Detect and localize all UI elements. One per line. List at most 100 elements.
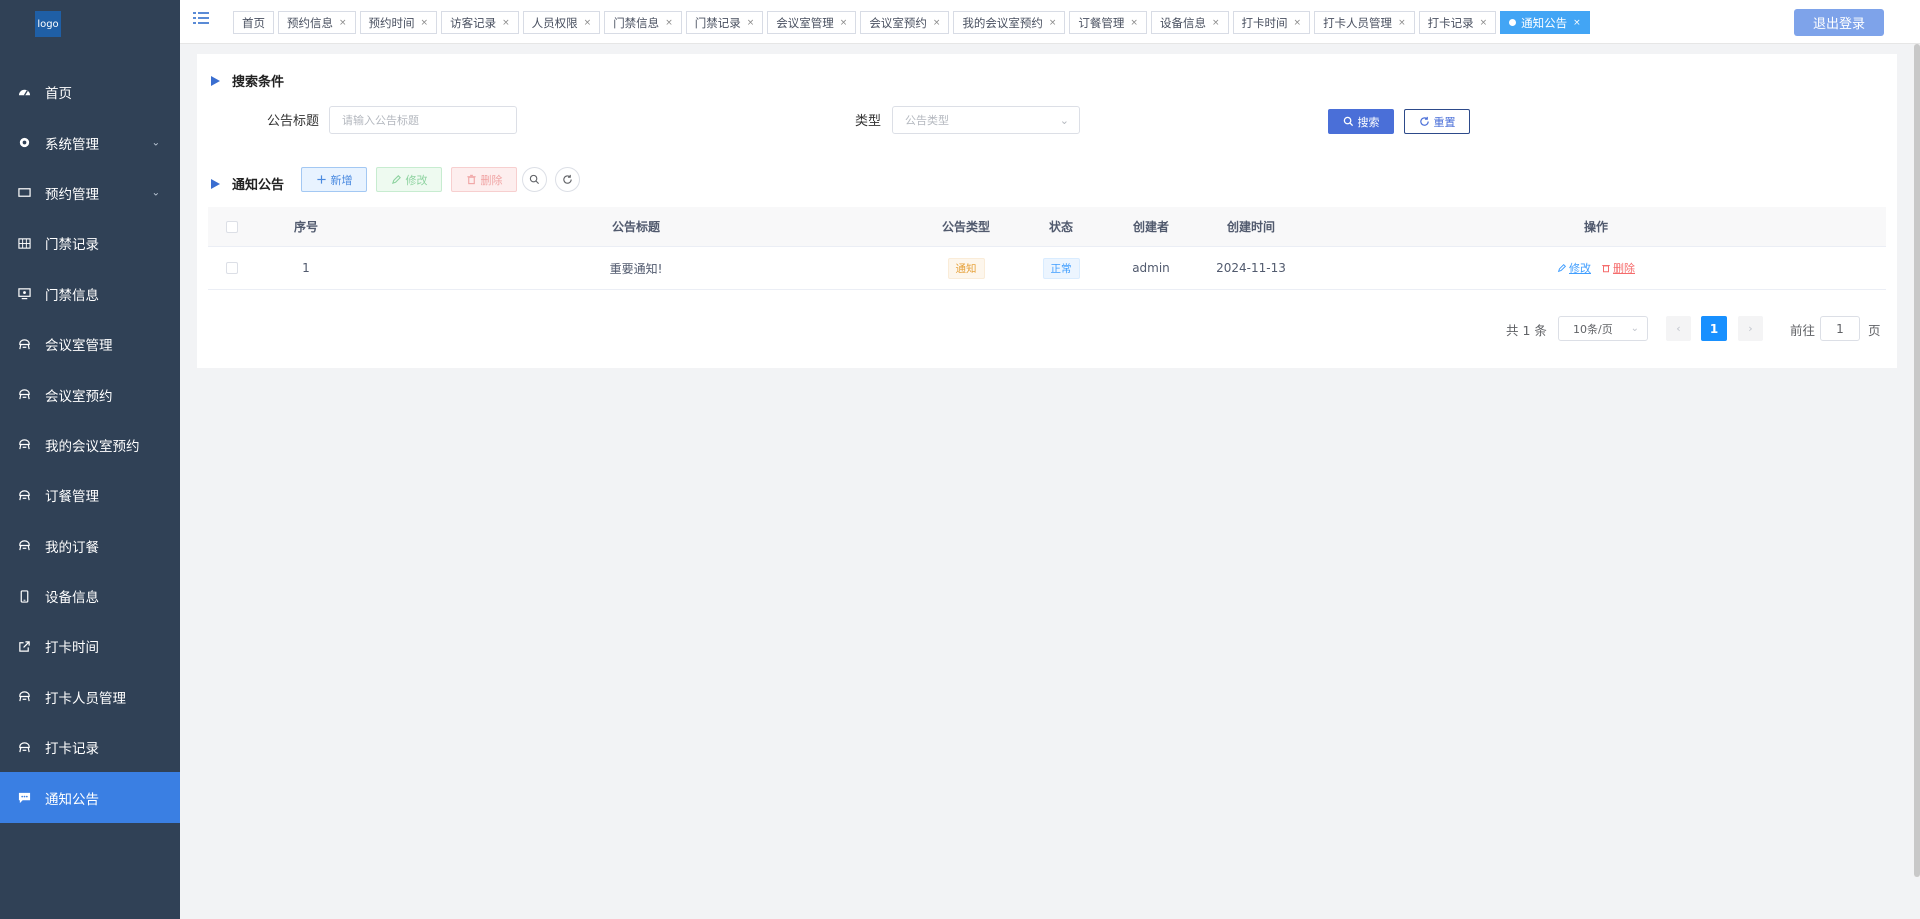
tab-tag[interactable]: 门禁记录 ×: [685, 11, 764, 34]
close-icon[interactable]: ×: [665, 18, 673, 28]
sidebar-item-label: 打卡时间: [45, 640, 99, 657]
close-icon[interactable]: ×: [584, 18, 592, 28]
close-icon[interactable]: ×: [502, 18, 510, 28]
tab-tag-label: 订餐管理: [1078, 15, 1125, 30]
reset-button-label: 重置: [1433, 115, 1456, 129]
close-icon[interactable]: ×: [840, 18, 848, 28]
sidebar-item[interactable]: 打卡人员管理: [0, 672, 180, 722]
edit-button[interactable]: 修改: [376, 167, 442, 192]
gear-icon: [17, 136, 31, 150]
tab-tag[interactable]: 预约时间 ×: [359, 11, 438, 34]
sidebar-item[interactable]: 我的订餐: [0, 521, 180, 571]
notice-type-placeholder: 公告类型: [905, 114, 949, 127]
tag-list: 首页 预约信息 × 预约时间 × 访客记录 × 人员权限 × 门禁信息 × 门禁记录 × 会议室管理 × 会议…: [233, 11, 1594, 34]
row-status-cell: 正常: [1016, 247, 1106, 289]
tab-tag[interactable]: 通知公告 ×: [1500, 11, 1590, 34]
column-header: 状态: [1048, 220, 1073, 234]
refresh-button[interactable]: [555, 167, 580, 192]
current-page-button[interactable]: 1: [1701, 316, 1727, 341]
section-arrow-icon: [211, 75, 220, 86]
reset-button[interactable]: 重置: [1404, 109, 1470, 134]
tab-tag-label: 打卡记录: [1427, 15, 1474, 30]
sidebar-item[interactable]: 订餐管理: [0, 470, 180, 520]
tab-tag-label: 我的会议室预约: [962, 15, 1043, 30]
tab-tag[interactable]: 打卡时间 ×: [1232, 11, 1311, 34]
tab-tag[interactable]: 打卡人员管理 ×: [1314, 11, 1415, 34]
sidebar: logo 首页 系统管理 ⌄ 预约管理 ⌄ 门禁记录 门禁信息 会议室管理 会议室预约 我的会议室…: [0, 0, 180, 919]
sidebar-item[interactable]: 门禁信息: [0, 269, 180, 319]
sidebar-item[interactable]: 预约管理 ⌄: [0, 168, 180, 218]
sidebar-item-label: 首页: [45, 86, 72, 103]
guide-icon: [17, 438, 31, 452]
tab-tag[interactable]: 设备信息 ×: [1150, 11, 1229, 34]
tab-tag[interactable]: 预约信息 ×: [278, 11, 356, 34]
delete-button[interactable]: 删除: [451, 167, 517, 192]
tab-tag[interactable]: 门禁信息 ×: [604, 11, 682, 34]
page-size-select[interactable]: 10条/页 ⌄: [1558, 316, 1648, 341]
sidebar-item-label: 打卡记录: [45, 741, 99, 758]
tab-tag[interactable]: 会议室预约 ×: [860, 11, 950, 34]
logout-button[interactable]: 退出登录: [1794, 9, 1884, 36]
type-field-label: 类型: [855, 114, 882, 129]
prev-page-button[interactable]: ‹: [1666, 316, 1691, 341]
tab-tag-label: 打卡人员管理: [1323, 15, 1393, 30]
tab-tag[interactable]: 访客记录 ×: [441, 11, 519, 34]
row-edit-link[interactable]: 修改: [1557, 260, 1591, 276]
tab-tag-label: 预约时间: [368, 15, 415, 30]
column-header: 创建者: [1132, 220, 1169, 234]
tab-tag[interactable]: 会议室管理 ×: [767, 11, 857, 34]
tab-tag[interactable]: 打卡记录 ×: [1418, 11, 1497, 34]
sidebar-item[interactable]: 首页: [0, 67, 180, 117]
close-icon[interactable]: ×: [1294, 18, 1302, 28]
close-icon[interactable]: ×: [421, 18, 429, 28]
sidebar-item[interactable]: 设备信息: [0, 571, 180, 621]
toggle-search-button[interactable]: [522, 167, 547, 192]
sidebar-item[interactable]: 系统管理 ⌄: [0, 117, 180, 167]
close-icon[interactable]: ×: [747, 18, 755, 28]
sidebar-item[interactable]: 通知公告: [0, 772, 180, 823]
close-icon[interactable]: ×: [1398, 18, 1406, 28]
close-icon[interactable]: ×: [1573, 18, 1581, 28]
goto-page-input[interactable]: 1: [1820, 316, 1860, 341]
notice-title-input[interactable]: 请输入公告标题: [329, 106, 517, 134]
sidebar-item[interactable]: 打卡时间: [0, 621, 180, 671]
notice-title-placeholder: 请输入公告标题: [342, 114, 419, 127]
search-button[interactable]: 搜索: [1328, 109, 1394, 134]
tab-tag[interactable]: 订餐管理 ×: [1069, 11, 1147, 34]
external-link-icon: [17, 639, 31, 653]
hamburger-icon[interactable]: [193, 11, 209, 25]
sidebar-item-label: 预约管理: [45, 186, 99, 203]
tab-tag[interactable]: 首页: [233, 11, 274, 34]
sidebar-item[interactable]: 门禁记录: [0, 218, 180, 268]
row-index: 1: [302, 261, 310, 275]
notice-table: 序号 公告标题 公告类型 状态 创建者 创建时间 操作 1 重要通知! 通知 正…: [208, 207, 1886, 290]
tab-tag[interactable]: 人员权限 ×: [522, 11, 601, 34]
scrollbar-thumb[interactable]: [1914, 44, 1920, 877]
close-icon[interactable]: ×: [1212, 18, 1220, 28]
row-checkbox[interactable]: [226, 262, 238, 274]
close-icon[interactable]: ×: [1130, 18, 1138, 28]
active-dot-icon: [1509, 19, 1517, 26]
tab-tag[interactable]: 我的会议室预约 ×: [953, 11, 1066, 34]
add-button[interactable]: 新增: [301, 167, 367, 192]
chevron-down-icon: ⌄: [1059, 114, 1069, 127]
close-icon[interactable]: ×: [1480, 18, 1488, 28]
notice-type-select[interactable]: 公告类型 ⌄: [892, 106, 1080, 134]
select-all-checkbox[interactable]: [226, 220, 238, 233]
sidebar-item[interactable]: 会议室预约: [0, 369, 180, 419]
sidebar-item[interactable]: 我的会议室预约: [0, 420, 180, 470]
close-icon[interactable]: ×: [933, 18, 941, 28]
next-page-button[interactable]: ›: [1738, 316, 1763, 341]
refresh-icon: [1419, 116, 1429, 126]
close-icon[interactable]: ×: [339, 18, 347, 28]
tab-tag-label: 预约信息: [287, 15, 333, 30]
page-scrollbar[interactable]: [1914, 44, 1920, 877]
row-delete-link[interactable]: 删除: [1601, 260, 1635, 276]
guide-icon: [17, 488, 31, 502]
monitor-icon: [17, 287, 31, 301]
sidebar-item-label: 门禁记录: [45, 237, 99, 254]
close-icon[interactable]: ×: [1049, 18, 1057, 28]
sidebar-item[interactable]: 会议室管理: [0, 319, 180, 369]
page-size-value: 10条/页: [1573, 322, 1613, 336]
sidebar-item[interactable]: 打卡记录: [0, 722, 180, 772]
